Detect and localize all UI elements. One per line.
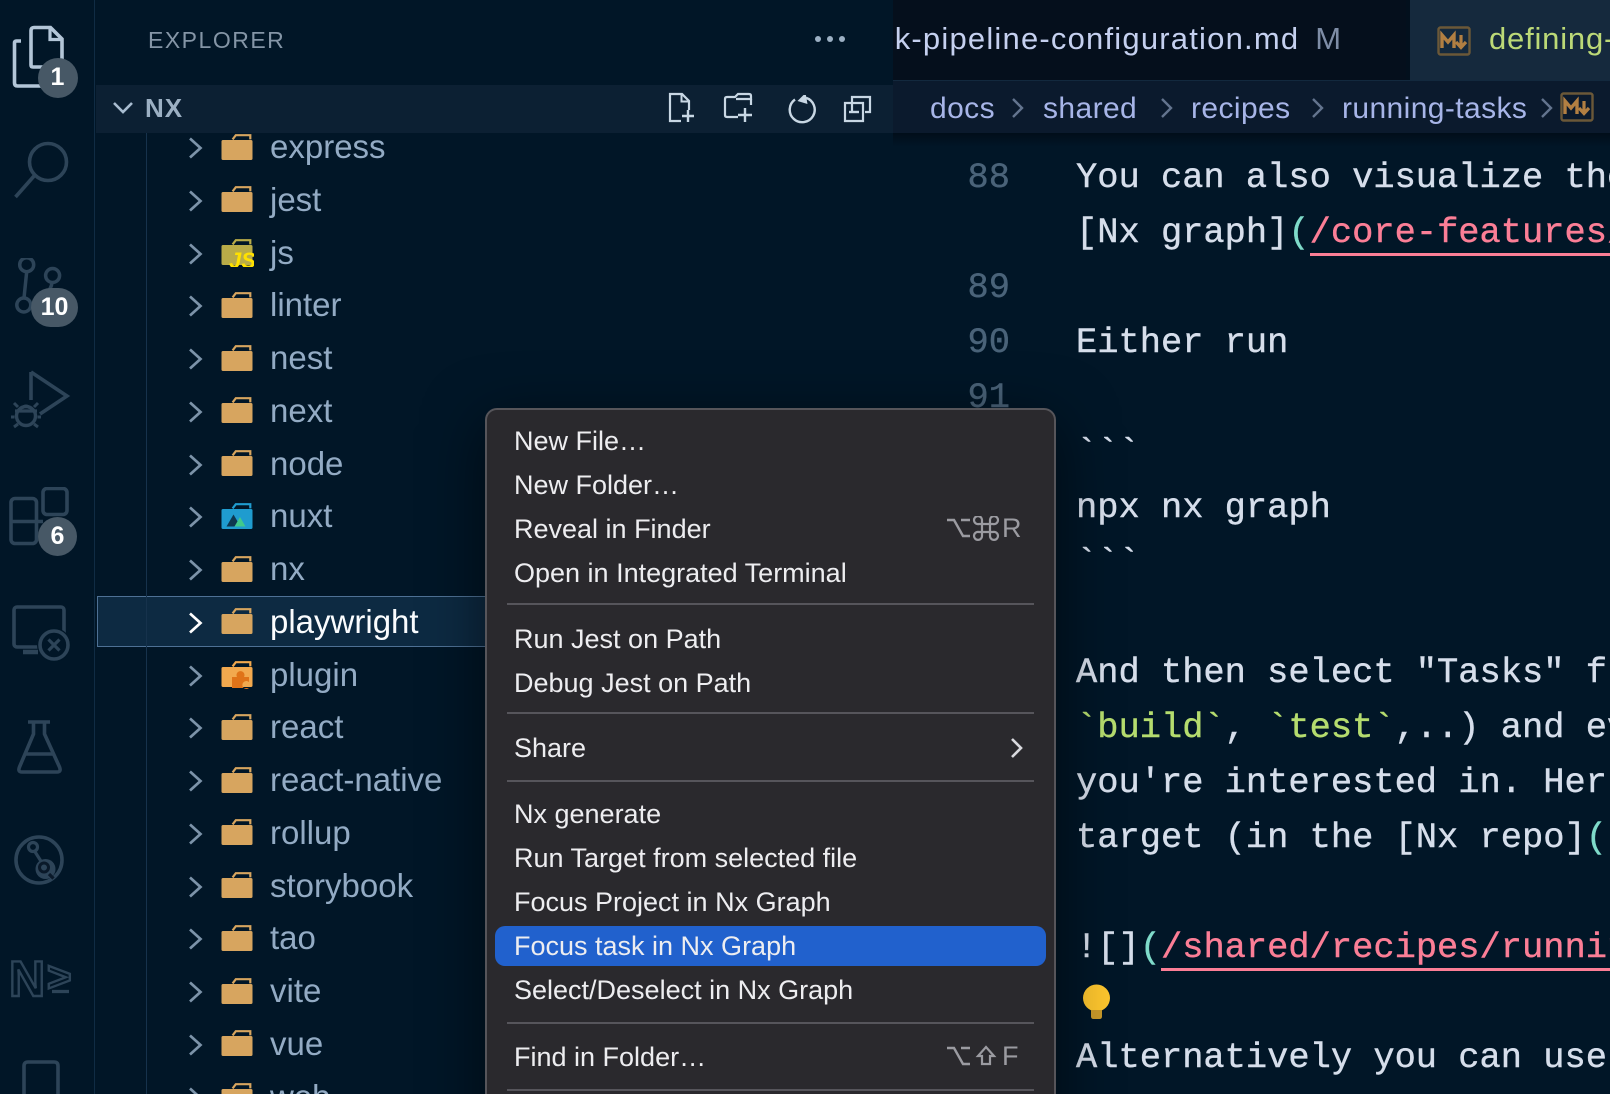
- svg-text:JS: JS: [229, 248, 254, 267]
- svg-text:F: F: [1002, 1044, 1019, 1071]
- svg-text:R: R: [1002, 516, 1022, 543]
- svg-text:N: N: [9, 951, 45, 1007]
